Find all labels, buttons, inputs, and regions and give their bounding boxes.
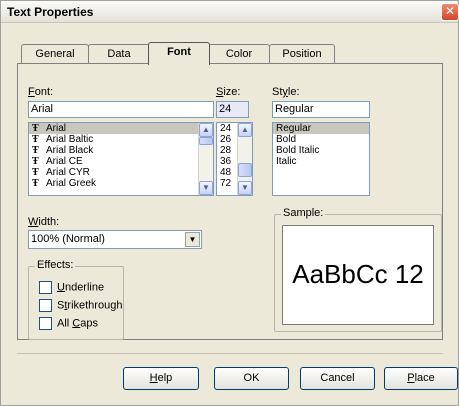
width-label: Width:	[28, 216, 60, 228]
tab-font[interactable]: Font	[148, 42, 210, 65]
truetype-icon: Ŧ	[32, 156, 39, 167]
size-list-item-label: 48	[220, 167, 232, 178]
truetype-icon: Ŧ	[32, 123, 39, 134]
truetype-icon: Ŧ	[32, 178, 39, 189]
style-list-item[interactable]: Regular	[273, 123, 369, 134]
style-input[interactable]: Regular	[272, 101, 370, 118]
checkbox-box[interactable]	[39, 317, 52, 330]
tab-position[interactable]: Position	[269, 44, 335, 64]
truetype-icon: Ŧ	[32, 134, 39, 145]
font-listbox[interactable]: Ŧ Arial Ŧ Arial Baltic Ŧ Arial Black Ŧ Arial CE…	[28, 122, 214, 196]
font-list-item[interactable]: Ŧ Arial	[29, 123, 213, 134]
size-list-item-label: 24	[220, 123, 232, 134]
style-list-item-label: Bold Italic	[276, 145, 320, 156]
style-list-item[interactable]: Bold Italic	[273, 145, 369, 156]
font-list-scrollbar[interactable]: ▲ ▼	[198, 123, 213, 195]
font-list-item-label: Arial Baltic	[46, 134, 94, 145]
size-input[interactable]: 24	[216, 101, 249, 118]
scroll-thumb[interactable]	[199, 137, 213, 145]
sample-text: AaBbCc 12	[292, 259, 424, 289]
scroll-up-icon[interactable]: ▲	[238, 123, 252, 137]
width-select-value: 100% (Normal)	[31, 233, 105, 245]
truetype-icon: Ŧ	[32, 167, 39, 178]
strikethrough-checkbox[interactable]: Strikethrough	[39, 299, 122, 312]
font-list-item-label: Arial Black	[46, 145, 94, 156]
all-caps-checkbox[interactable]: All Caps	[39, 317, 98, 330]
font-list-item-label: Arial Greek	[46, 178, 97, 189]
style-label: Style:	[272, 86, 300, 98]
chevron-down-icon[interactable]: ▼	[185, 232, 200, 247]
font-input[interactable]: Arial	[28, 101, 214, 118]
tab-data-label: Data	[107, 48, 131, 60]
scroll-down-icon[interactable]: ▼	[199, 181, 213, 195]
help-button[interactable]: Help	[123, 367, 199, 390]
tab-general[interactable]: General	[21, 44, 89, 64]
separator	[17, 353, 443, 354]
tab-color-label: Color	[225, 48, 253, 60]
truetype-icon: Ŧ	[32, 145, 39, 156]
window-title: Text Properties	[7, 5, 94, 19]
size-list-item-label: 26	[220, 134, 232, 145]
size-listbox[interactable]: 24 26 28 36 48 72 ▲ ▼	[216, 122, 253, 196]
close-button[interactable]: ✕	[441, 3, 459, 21]
size-list-item-label: 28	[220, 145, 232, 156]
checkbox-box[interactable]	[39, 281, 52, 294]
size-list-scrollbar[interactable]: ▲ ▼	[237, 123, 252, 195]
font-list-item[interactable]: Ŧ Arial CE	[29, 156, 213, 167]
cancel-button[interactable]: Cancel	[300, 367, 375, 390]
text-properties-dialog: Text Properties ✕ General Data Font Colo…	[0, 0, 459, 406]
font-list-item[interactable]: Ŧ Arial CYR	[29, 167, 213, 178]
checkbox-box[interactable]	[39, 299, 52, 312]
style-list-item[interactable]: Bold	[273, 134, 369, 145]
scroll-down-icon[interactable]: ▼	[238, 181, 252, 195]
style-listbox[interactable]: Regular Bold Bold Italic Italic	[272, 122, 370, 196]
tab-position-label: Position	[282, 48, 322, 60]
font-list-item-label: Arial CE	[46, 156, 83, 167]
tab-general-label: General	[35, 48, 75, 60]
scroll-thumb[interactable]	[238, 163, 252, 177]
effects-group: Effects: Underline Strikethrough All Cap…	[28, 259, 124, 340]
underline-checkbox[interactable]: Underline	[39, 281, 104, 294]
size-label: Size:	[216, 86, 241, 98]
font-label: Font:	[28, 86, 54, 98]
style-list-item-label: Regular	[276, 123, 312, 134]
font-list-item[interactable]: Ŧ Arial Baltic	[29, 134, 213, 145]
width-select[interactable]: 100% (Normal) ▼	[28, 230, 202, 249]
style-list-item-label: Bold	[276, 134, 297, 145]
effects-title: Effects:	[35, 259, 76, 271]
place-button[interactable]: Place	[384, 367, 458, 390]
size-list-item-label: 36	[220, 156, 232, 167]
size-list-item-label: 72	[220, 178, 232, 189]
sample-preview: AaBbCc 12	[282, 225, 434, 325]
sample-title: Sample:	[281, 207, 326, 219]
font-list-item-label: Arial	[46, 123, 67, 134]
style-list-item-label: Italic	[276, 156, 297, 167]
title-bar: Text Properties ✕	[1, 1, 459, 23]
sample-group: Sample: AaBbCc 12	[274, 207, 442, 332]
style-list-item[interactable]: Italic	[273, 156, 369, 167]
close-icon: ✕	[444, 4, 456, 18]
tab-font-label: Font	[167, 46, 191, 58]
scroll-up-icon[interactable]: ▲	[199, 123, 213, 137]
font-list-item[interactable]: Ŧ Arial Black	[29, 145, 213, 156]
font-list-item-label: Arial CYR	[46, 167, 90, 178]
font-list-item[interactable]: Ŧ Arial Greek	[29, 178, 213, 189]
tab-color[interactable]: Color	[208, 44, 270, 64]
ok-button[interactable]: OK	[214, 367, 289, 390]
tab-data[interactable]: Data	[88, 44, 150, 64]
font-tab-panel: Font: Arial Ŧ Arial Ŧ Arial Baltic Ŧ Arial Bl…	[17, 63, 443, 340]
